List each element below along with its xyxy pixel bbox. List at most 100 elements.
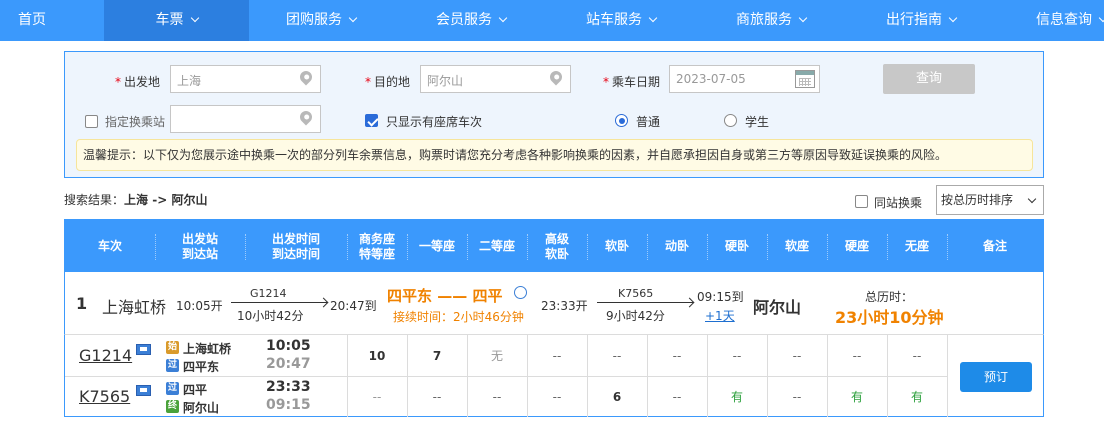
query-button[interactable]: 查询 <box>883 64 975 94</box>
th-remark: 备注 <box>982 239 1007 253</box>
arrow-icon <box>597 302 693 303</box>
location-pin-icon <box>297 108 315 126</box>
leg1-train: G1214 <box>250 287 287 300</box>
ticket-normal-label: 普通 <box>636 115 661 129</box>
departure-time: 10:05 <box>266 338 311 354</box>
train-detail-icon[interactable] <box>136 344 151 355</box>
leg2-train: K7565 <box>618 287 654 300</box>
nav-tickets[interactable]: 车票 <box>104 0 249 41</box>
transfer-wait: 接续时间：2小时46分钟 <box>393 310 524 324</box>
nav-business[interactable]: 商旅服务 <box>736 0 808 41</box>
transfer-station-checkbox[interactable] <box>85 115 98 128</box>
leg2-arrival: 09:15到 <box>697 290 744 304</box>
nav-member[interactable]: 会员服务 <box>436 0 508 41</box>
train-number-link[interactable]: K7565 <box>79 387 130 406</box>
to-station: 四平东 <box>183 360 220 374</box>
seat-only-checkbox[interactable] <box>365 114 378 127</box>
search-panel: * 出发地 上海 * 目的地 阿尔山 * 乘车日期 2023-07-05 查询 指定换… <box>64 51 1044 178</box>
ticket-normal-radio[interactable] <box>615 114 628 127</box>
th-train[interactable]: 车次 <box>65 220 155 273</box>
nav-home[interactable]: 首页 <box>18 0 46 41</box>
destination-station: 阿尔山 <box>753 298 802 317</box>
date-label: * 乘车日期 <box>603 75 661 89</box>
seat-soft-seat: -- <box>792 389 802 404</box>
seat-only-label: 只显示有座席车次 <box>386 115 483 129</box>
arrival-time: 09:15 <box>266 397 311 413</box>
table-row: K7565 过 四平 终 阿尔山 23:33 09:15 -- -- -- --… <box>65 376 1043 417</box>
train-detail-rows: G1214 始 上海虹桥 过 四平东 10:05 20:47 10 7 无 --… <box>64 335 1044 417</box>
arrival-time: 20:47 <box>266 356 311 372</box>
table-header: 车次 出发站 到达站 出发时间 到达时间 商务座 特等座 一等座 二等座 高级 软卧 软… <box>64 219 1044 272</box>
end-station-badge: 终 <box>166 400 179 413</box>
leg2-duration: 9小时42分 <box>606 309 665 323</box>
to-station: 阿尔山 <box>183 401 220 415</box>
seat-emu-sleeper: -- <box>672 389 682 404</box>
th-hard-sleeper: 硬卧 <box>724 239 749 253</box>
calendar-icon[interactable] <box>795 70 815 88</box>
total-duration-value: 23小时10分钟 <box>835 308 944 327</box>
to-field[interactable]: 阿尔山 <box>420 65 571 93</box>
total-duration-label: 总历时： <box>865 290 914 304</box>
nav-group[interactable]: 团购服务 <box>286 0 358 41</box>
transfer-station-field[interactable] <box>170 105 321 133</box>
nav-guide[interactable]: 出行指南 <box>886 0 958 41</box>
chevron-down-icon <box>190 13 199 23</box>
arrow-icon <box>231 302 327 303</box>
th-soft-seat: 软座 <box>784 239 809 253</box>
seat-hard-seat[interactable]: 有 <box>827 376 887 417</box>
chevron-down-icon <box>1027 194 1037 204</box>
chevron-down-icon <box>798 13 808 23</box>
ticket-student-label: 学生 <box>745 115 770 129</box>
seat-first: -- <box>432 389 442 404</box>
seat-business[interactable]: 10 <box>347 335 407 376</box>
seat-no-seat: -- <box>912 348 922 363</box>
seat-no-seat[interactable]: 有 <box>887 376 947 417</box>
plus-one-day: +1天 <box>705 309 735 323</box>
origin-station: 上海虹桥 <box>102 298 167 317</box>
seat-premium: -- <box>552 348 562 363</box>
search-result-title: 搜索结果：上海 -> 阿尔山 <box>64 193 208 207</box>
date-field[interactable]: 2023-07-05 <box>669 65 820 93</box>
th-second: 二等座 <box>478 239 515 253</box>
seat-premium: -- <box>552 389 562 404</box>
chevron-down-icon <box>498 13 508 23</box>
leg1-duration: 10小时42分 <box>237 309 304 323</box>
ticket-student-radio[interactable] <box>724 114 737 127</box>
seat-first[interactable]: 7 <box>407 335 467 376</box>
pass-station-badge: 过 <box>166 359 179 372</box>
chevron-down-icon <box>348 13 358 23</box>
same-station-checkbox[interactable] <box>855 195 868 208</box>
location-pin-icon <box>297 68 315 86</box>
top-nav: 首页 车票 团购服务 会员服务 站车服务 商旅服务 出行指南 信息查询 <box>0 0 1104 41</box>
th-stations[interactable]: 出发站 到达站 <box>155 220 245 273</box>
seat-soft-sleeper: -- <box>612 348 622 363</box>
leg1-arrival: 20:47到 <box>330 299 377 313</box>
train-number-link[interactable]: G1214 <box>79 346 132 365</box>
from-station: 四平 <box>183 383 208 397</box>
seat-second: 无 <box>490 349 503 363</box>
train-detail-icon[interactable] <box>136 385 151 396</box>
th-soft-sleeper: 软卧 <box>604 239 629 253</box>
seat-soft-sleeper[interactable]: 6 <box>587 376 647 417</box>
seat-hard-sleeper[interactable]: 有 <box>707 376 767 417</box>
th-first: 一等座 <box>418 239 455 253</box>
th-hard-seat: 硬座 <box>844 239 869 253</box>
seat-hard-seat: -- <box>852 348 862 363</box>
book-button[interactable]: 预订 <box>960 362 1032 392</box>
same-station-label: 同站换乘 <box>874 196 923 210</box>
nav-info[interactable]: 信息查询 <box>1036 0 1104 41</box>
to-label: * 目的地 <box>365 75 411 89</box>
seat-business: -- <box>372 389 382 404</box>
chevron-down-icon <box>1098 13 1104 23</box>
leg2-departure: 23:33开 <box>541 299 588 313</box>
th-times[interactable]: 出发时间 到达时间 <box>245 220 347 273</box>
seat-emu-sleeper: -- <box>672 348 682 363</box>
transfer-station-label: 指定换乘站 <box>105 115 166 129</box>
from-station: 上海虹桥 <box>183 342 232 356</box>
sort-select[interactable]: 按总历时排序 <box>936 185 1044 215</box>
th-business: 商务座 特等座 <box>358 231 395 261</box>
th-premium: 高级 软卧 <box>544 231 569 261</box>
nav-station[interactable]: 站车服务 <box>586 0 658 41</box>
from-field[interactable]: 上海 <box>170 65 321 93</box>
transfer-info-icon[interactable] <box>514 286 527 299</box>
